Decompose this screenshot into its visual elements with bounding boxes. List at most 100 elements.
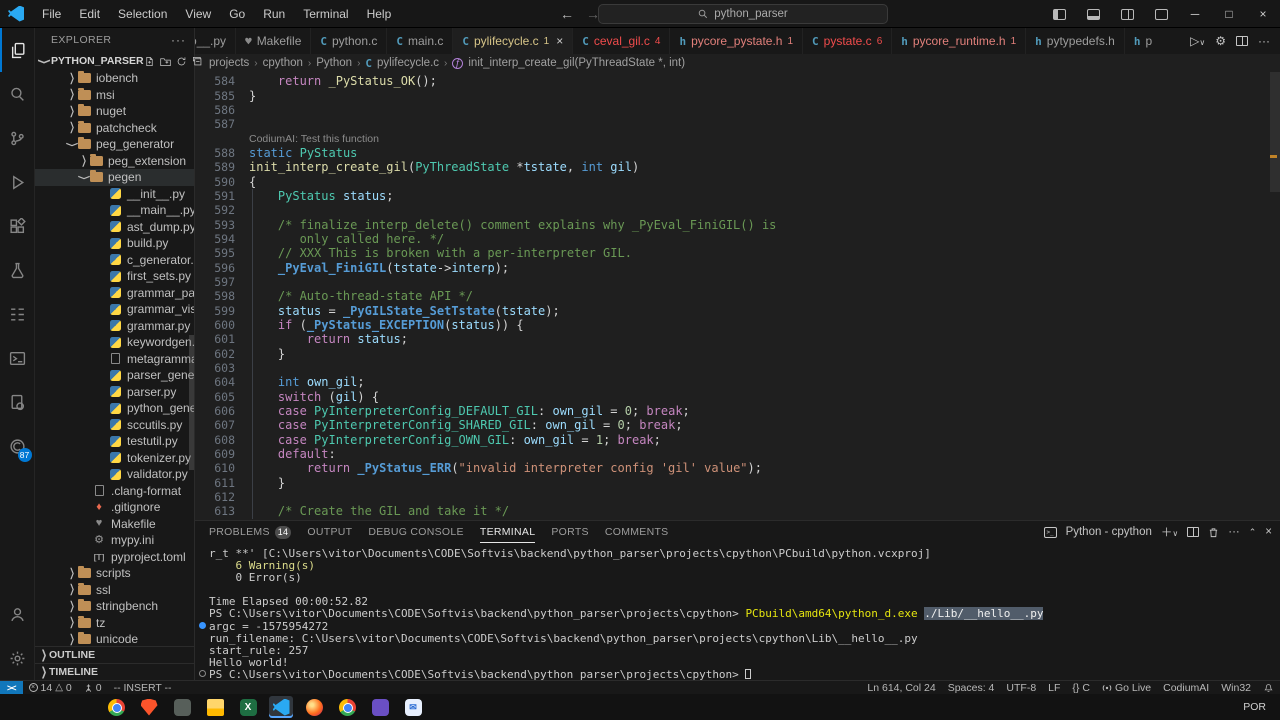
breadcrumb-item[interactable]: projects <box>209 57 249 69</box>
menu-help[interactable]: Help <box>359 3 400 25</box>
taskbar-notebook-app[interactable] <box>170 696 194 718</box>
account-icon[interactable] <box>0 592 35 636</box>
restore-button[interactable]: □ <box>1212 0 1246 28</box>
panel-tab-problems[interactable]: PROBLEMS 14 <box>209 521 292 543</box>
nav-back-icon[interactable]: ← <box>560 6 574 22</box>
toggle-sidebar-icon[interactable] <box>1042 0 1076 28</box>
run-or-debug-icon[interactable]: ▷∨ <box>1190 34 1205 48</box>
refresh-icon[interactable] <box>176 56 187 67</box>
new-terminal-icon[interactable]: ＋∨ <box>1161 524 1178 540</box>
tree-item-build.py[interactable]: build.py <box>35 235 194 252</box>
tree-item-pegen[interactable]: ❭ pegen <box>35 169 194 186</box>
split-terminal-icon[interactable] <box>1187 527 1200 537</box>
search-input[interactable]: python_parser <box>598 4 888 24</box>
tree-item-c_generator.py[interactable]: c_generator.py <box>35 252 194 269</box>
taskbar-chrome[interactable] <box>104 696 128 718</box>
tree-item-.clang-format[interactable]: .clang-format <box>35 483 194 500</box>
tab-ceval_gil.c[interactable]: Cceval_gil.c 4 <box>573 28 671 54</box>
tab-pycore_pystate.h[interactable]: h pycore_pystate.h 1 <box>670 28 804 54</box>
tree-item-parser.py[interactable]: parser.py <box>35 384 194 401</box>
tree-item-__main__.py[interactable]: __main__.py <box>35 202 194 219</box>
close-tab-icon[interactable]: × <box>556 34 563 48</box>
status-lf[interactable]: LF <box>1042 681 1066 695</box>
customize-layout-icon[interactable] <box>1144 0 1178 28</box>
status-spaces-4[interactable]: Spaces: 4 <box>942 681 1001 695</box>
tree-item-mypy.ini[interactable]: ⚙ mypy.ini <box>35 532 194 549</box>
tree-item-.gitignore[interactable]: ♦ .gitignore <box>35 499 194 516</box>
menu-terminal[interactable]: Terminal <box>295 3 356 25</box>
tree-item-tokenizer.py[interactable]: tokenizer.py <box>35 450 194 467</box>
tree-item-ssl[interactable]: ❭ ssl <box>35 582 194 599</box>
testing-icon[interactable] <box>0 248 35 292</box>
taskbar-excel[interactable]: X <box>236 696 260 718</box>
menu-run[interactable]: Run <box>255 3 293 25</box>
breadcrumb-item[interactable]: Python <box>316 57 352 69</box>
search-icon[interactable] <box>0 72 35 116</box>
tab-pytypedefs.h[interactable]: h pytypedefs.h <box>1026 28 1125 54</box>
editor-scrollbar[interactable] <box>1270 72 1280 192</box>
tree-item-__init__.py[interactable]: __init__.py <box>35 186 194 203</box>
tab-pycore_runtime.h[interactable]: h pycore_runtime.h 1 <box>892 28 1027 54</box>
tree-item-scripts[interactable]: ❭ scripts <box>35 565 194 582</box>
tree-item-unicode[interactable]: ❭ unicode <box>35 631 194 646</box>
new-folder-icon[interactable] <box>159 56 171 67</box>
tree-item-msi[interactable]: ❭ msi <box>35 87 194 104</box>
tab-p[interactable]: hp <box>1124 28 1159 54</box>
remote-indicator[interactable]: >< <box>0 680 23 695</box>
panel-tab-output[interactable]: OUTPUT <box>307 521 352 543</box>
new-file-icon[interactable] <box>144 56 155 67</box>
manage-gear-icon[interactable] <box>0 636 35 680</box>
menu-edit[interactable]: Edit <box>71 3 108 25</box>
taskbar-firefox-dev[interactable] <box>302 696 326 718</box>
tab-__hello__.py[interactable]: __hello__.py <box>195 28 237 54</box>
explorer-more-actions-icon[interactable]: ··· <box>171 33 186 47</box>
tree-item-python_generato...[interactable]: python_generato... <box>35 400 194 417</box>
codelens-action[interactable]: CodiumAI: Test this function <box>249 133 379 145</box>
close-button[interactable]: × <box>1246 0 1280 28</box>
terminal[interactable]: r_t **' [C:\Users\vitor\Documents\CODE\S… <box>195 543 1280 680</box>
menu-selection[interactable]: Selection <box>110 3 175 25</box>
breadcrumb-item[interactable]: init_interp_create_gil(PyThreadState *, … <box>468 57 685 69</box>
tab-pylifecycle.c[interactable]: Cpylifecycle.c 1 × <box>453 28 574 54</box>
tree-item-grammar.py[interactable]: grammar.py <box>35 318 194 335</box>
tree-item-testutil.py[interactable]: testutil.py <box>35 433 194 450</box>
tree-item-peg_generator[interactable]: ❭ peg_generator <box>35 136 194 153</box>
menu-file[interactable]: File <box>34 3 69 25</box>
files-icon[interactable] <box>0 28 35 72</box>
breadcrumb-item[interactable]: cpython <box>263 57 303 69</box>
terminal-instance-label[interactable]: Python - cpython <box>1066 526 1152 538</box>
status-bell[interactable] <box>1257 681 1280 695</box>
tree-item-parser_generator....[interactable]: parser_generator.... <box>35 367 194 384</box>
taskbar-chrome-secondary[interactable] <box>335 696 359 718</box>
code-editor[interactable]: 584 return _PyStatus_OK(); 585} 586 587 Codi… <box>195 72 1280 520</box>
panel-tab-terminal[interactable]: TERMINAL <box>479 521 536 543</box>
run-and-debug-icon[interactable] <box>0 160 35 204</box>
timeline-section[interactable]: ❭ TIMELINE <box>35 663 194 680</box>
collapse-all-icon[interactable] <box>192 56 203 67</box>
close-panel-icon[interactable]: × <box>1265 526 1272 538</box>
tree-item-patchcheck[interactable]: ❭ patchcheck <box>35 120 194 137</box>
codium-ai-icon[interactable]: 87 <box>0 424 35 468</box>
tree-item-peg_extension[interactable]: ❭ peg_extension <box>35 153 194 170</box>
taskbar-mail[interactable]: ✉ <box>401 696 425 718</box>
todo-tree-icon[interactable] <box>0 292 35 336</box>
status--c[interactable]: {} C <box>1066 681 1096 695</box>
taskbar-library-app[interactable] <box>368 696 392 718</box>
tree-item-ast_dump.py[interactable]: ast_dump.py <box>35 219 194 236</box>
status-win32[interactable]: Win32 <box>1215 681 1257 695</box>
menu-view[interactable]: View <box>177 3 219 25</box>
panel-tab-ports[interactable]: PORTS <box>551 521 588 543</box>
keyboard-language-indicator[interactable]: POR <box>1243 701 1266 713</box>
tree-item-keywordgen.py[interactable]: keywordgen.py <box>35 334 194 351</box>
tree-item-iobench[interactable]: ❭ iobench <box>35 70 194 87</box>
tree-item-sccutils.py[interactable]: sccutils.py <box>35 417 194 434</box>
panel-tab-debug-console[interactable]: DEBUG CONSOLE <box>368 521 464 543</box>
tree-item-nuget[interactable]: ❭ nuget <box>35 103 194 120</box>
minimize-button[interactable]: ─ <box>1178 0 1212 28</box>
menu-go[interactable]: Go <box>221 3 253 25</box>
tree-item-first_sets.py[interactable]: first_sets.py <box>35 268 194 285</box>
tree-item-metagrammar.gr...[interactable]: metagrammar.gr... <box>35 351 194 368</box>
settings-gear-icon[interactable]: ⚙ <box>1215 34 1226 48</box>
status-ln-614-col-24[interactable]: Ln 614, Col 24 <box>861 681 941 695</box>
tree-item-pyproject.toml[interactable]: [T] pyproject.toml <box>35 549 194 566</box>
